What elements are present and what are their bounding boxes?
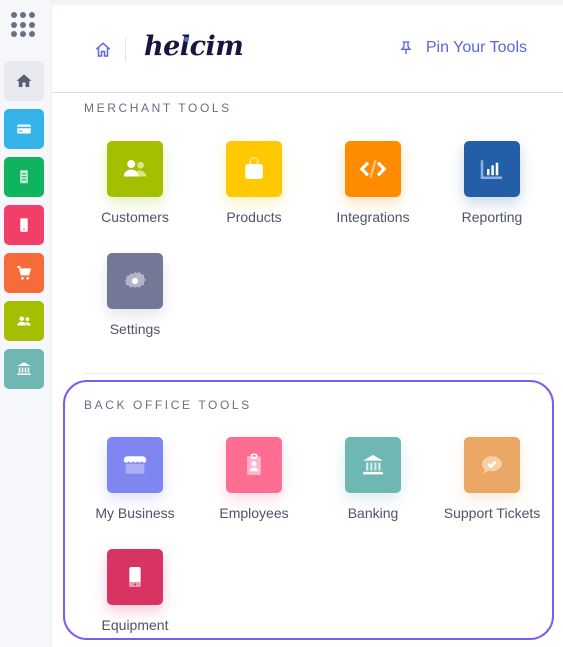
tool-label: Customers — [101, 209, 169, 225]
tool-label: Settings — [109, 321, 161, 337]
pin-icon — [400, 41, 412, 54]
tool-equipment[interactable]: Equipment — [75, 549, 195, 633]
app-sidebar — [0, 0, 52, 647]
tool-support-tickets[interactable]: Support Tickets — [432, 437, 552, 521]
tool-banking[interactable]: Banking — [313, 437, 433, 521]
tool-label: Equipment — [101, 617, 169, 633]
sidebar-item-home[interactable] — [4, 61, 44, 101]
header-separator — [125, 38, 126, 62]
tool-label: Reporting — [461, 209, 523, 225]
gear-icon — [124, 271, 146, 288]
tool-my-business[interactable]: My Business — [75, 437, 195, 521]
tool-settings[interactable]: Settings — [75, 253, 195, 337]
code-icon — [359, 159, 387, 179]
tool-label: Integrations — [336, 209, 410, 225]
tool-label: Employees — [219, 505, 289, 521]
tool-label: Products — [226, 209, 282, 225]
shopping-bag-icon — [245, 156, 263, 179]
merchant-tools-title: MERCHANT TOOLS — [84, 101, 232, 115]
sidebar-item-payments[interactable] — [4, 109, 44, 149]
credit-card-icon — [17, 124, 31, 134]
apps-grid-icon[interactable] — [11, 12, 37, 38]
home-icon[interactable] — [94, 41, 112, 59]
users-icon — [123, 160, 147, 177]
sidebar-item-terminal[interactable] — [4, 205, 44, 245]
sidebar-item-commerce[interactable] — [4, 253, 44, 293]
tablet-icon — [129, 567, 141, 587]
tool-label: My Business — [95, 505, 175, 521]
tool-reporting[interactable]: Reporting — [432, 141, 552, 225]
chat-check-icon — [482, 456, 502, 474]
bank-icon — [363, 455, 383, 475]
bank-icon — [17, 362, 31, 375]
users-icon — [17, 316, 31, 326]
section-divider — [84, 373, 543, 374]
cart-icon — [17, 266, 32, 280]
logo-dot — [184, 37, 189, 42]
sidebar-item-customers[interactable] — [4, 301, 44, 341]
back-office-tools-title: BACK OFFICE TOOLS — [84, 398, 252, 412]
tool-employees[interactable]: Employees — [194, 437, 314, 521]
tool-label: Banking — [347, 505, 399, 521]
tool-products[interactable]: Products — [194, 141, 314, 225]
tool-integrations[interactable]: Integrations — [313, 141, 433, 225]
bar-chart-icon — [480, 160, 502, 179]
pin-label: Pin Your Tools — [425, 39, 527, 56]
helcim-logo[interactable]: helcim — [144, 31, 244, 62]
storefront-icon — [123, 456, 147, 474]
mobile-icon — [20, 218, 28, 232]
id-badge-icon — [247, 453, 261, 475]
sidebar-item-invoices[interactable] — [4, 157, 44, 197]
home-icon — [16, 74, 32, 87]
tool-label: Support Tickets — [443, 505, 541, 521]
pin-your-tools-button[interactable]: Pin Your Tools — [398, 39, 527, 57]
receipt-icon — [20, 170, 28, 184]
sidebar-item-banking[interactable] — [4, 349, 44, 389]
tool-customers[interactable]: Customers — [75, 141, 195, 225]
header: helcim Pin Your Tools — [52, 5, 563, 93]
